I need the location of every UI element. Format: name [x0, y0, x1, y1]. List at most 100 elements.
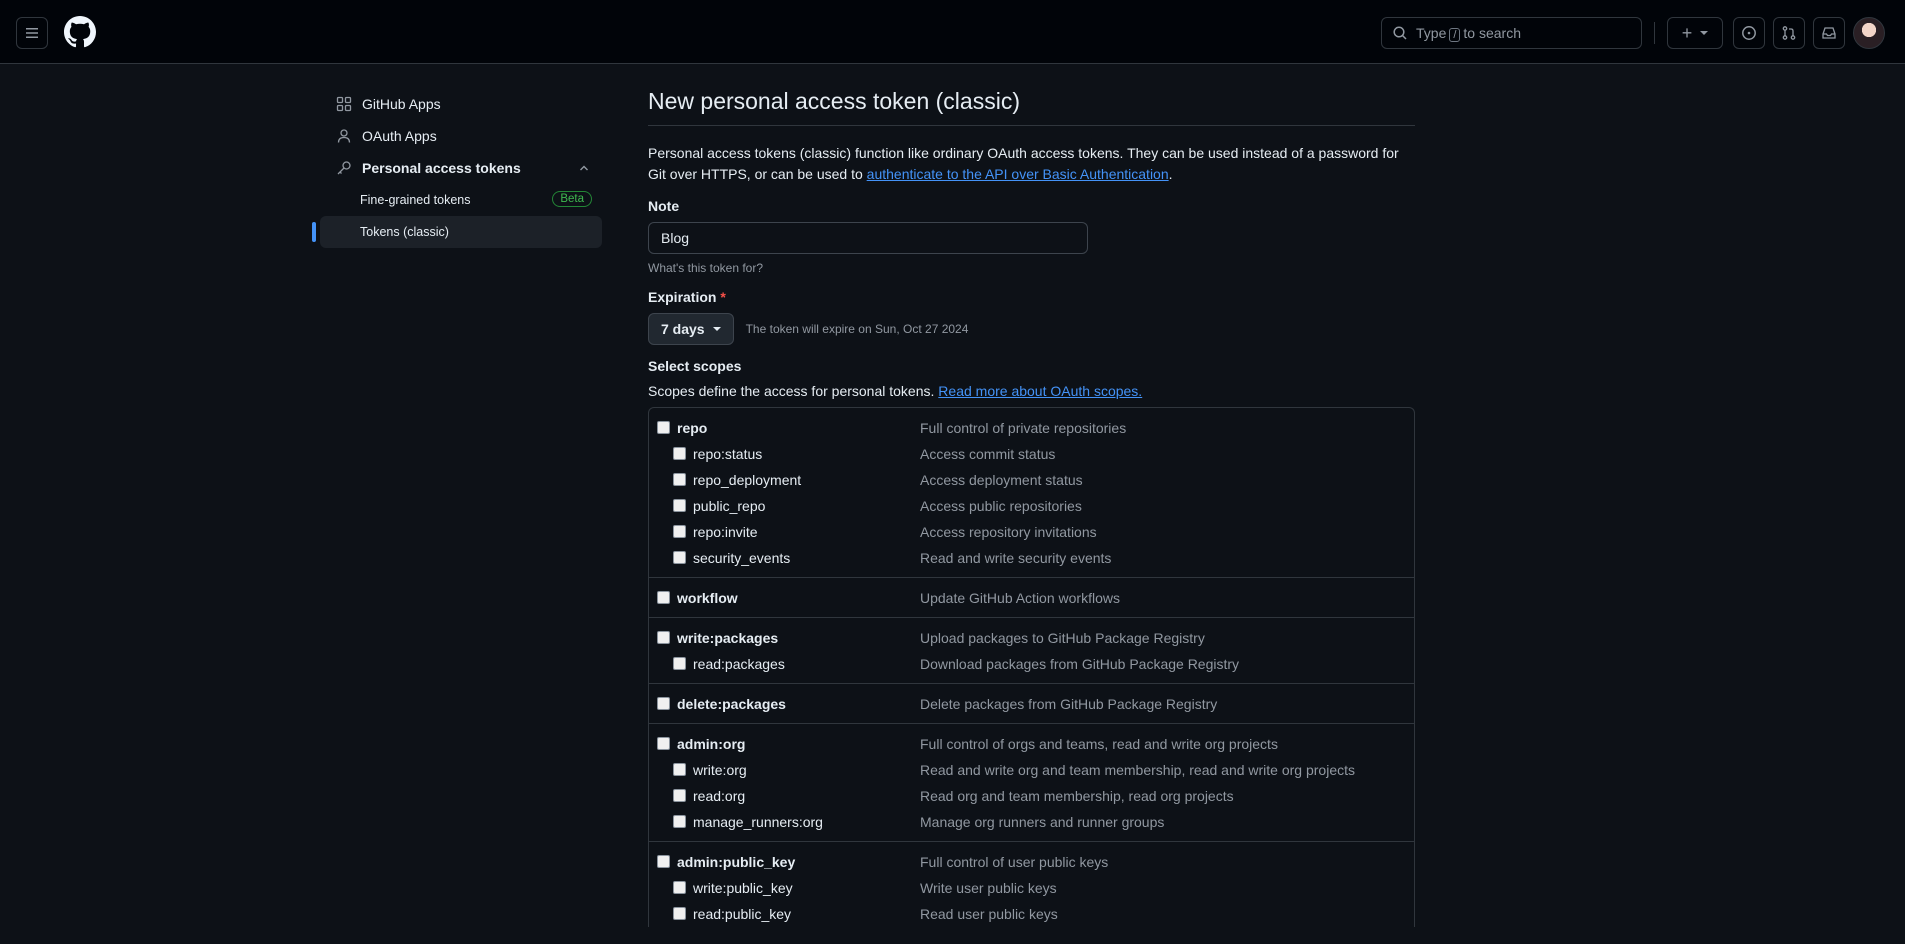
scope-checkbox[interactable] [657, 591, 670, 604]
scope-group: admin:org Full control of orgs and teams,… [649, 724, 1414, 842]
scopes-label: Select scopes [648, 358, 742, 374]
pull-requests-button[interactable] [1773, 17, 1805, 49]
scope-name: public_repo [693, 498, 766, 514]
scope-row: repo_deployment Access deployment status [649, 467, 1414, 493]
scope-description: Delete packages from GitHub Package Regi… [920, 696, 1218, 712]
oauth-scopes-link[interactable]: Read more about OAuth scopes. [938, 383, 1142, 399]
scope-name: repo:status [693, 446, 763, 462]
scope-checkbox[interactable] [673, 551, 686, 564]
create-new-button[interactable]: + [1667, 17, 1723, 49]
scope-row: write:public_key Write user public keys [649, 875, 1414, 901]
scope-name: read:packages [693, 656, 785, 672]
sidebar-subitem-label: Fine-grained tokens [360, 193, 471, 207]
scope-checkbox[interactable] [673, 881, 686, 894]
scope-description: Access commit status [920, 446, 1056, 462]
basic-auth-link[interactable]: authenticate to the API over Basic Authe… [867, 166, 1169, 182]
description-end: . [1168, 166, 1173, 182]
sidebar-item-label: Personal access tokens [362, 160, 521, 176]
scope-description: Access repository invitations [920, 524, 1097, 540]
top-header: Type / to search + [0, 0, 1905, 64]
inbox-icon [1822, 27, 1836, 39]
scope-group: admin:public_key Full control of user pub… [649, 842, 1414, 927]
settings-sidebar: GitHub Apps OAuth Apps Personal access t… [312, 88, 602, 248]
sidebar-subitem-fine-grained-tokens[interactable]: Fine-grained tokens Beta [320, 184, 602, 216]
scope-checkbox[interactable] [673, 657, 686, 670]
sidebar-item-label: GitHub Apps [362, 96, 441, 112]
inbox-button[interactable] [1813, 17, 1845, 49]
scope-row: admin:public_key Full control of user pub… [649, 849, 1414, 875]
scope-checkbox[interactable] [673, 447, 686, 460]
scope-checkbox[interactable] [657, 421, 670, 434]
sidebar-subitem-tokens-classic[interactable]: Tokens (classic) [312, 216, 602, 248]
header-divider [1654, 22, 1655, 44]
scope-description: Read user public keys [920, 906, 1058, 922]
scopes-list: repo Full control of private repositories… [648, 407, 1415, 927]
scope-row: workflow Update GitHub Action workflows [649, 585, 1414, 611]
sidebar-item-label: OAuth Apps [362, 128, 437, 144]
scope-description: Full control of user public keys [920, 854, 1109, 870]
scope-description: Upload packages to GitHub Package Regist… [920, 630, 1205, 646]
search-input[interactable]: Type / to search [1381, 17, 1642, 49]
scope-name: manage_runners:org [693, 814, 823, 830]
sidebar-item-github-apps[interactable]: GitHub Apps [320, 88, 602, 120]
scope-row: delete:packages Delete packages from GitH… [649, 691, 1414, 717]
github-logo-icon[interactable] [64, 16, 96, 48]
scope-checkbox[interactable] [657, 697, 670, 710]
scope-name: write:packages [677, 630, 779, 646]
menu-button[interactable] [16, 17, 48, 49]
sidebar-subitem-label: Tokens (classic) [360, 225, 449, 239]
scope-description: Read org and team membership, read org p… [920, 788, 1234, 804]
scopes-description: Scopes define the access for personal to… [648, 383, 1415, 399]
page-title: New personal access token (classic) [648, 88, 1415, 126]
avatar[interactable] [1853, 17, 1885, 49]
scope-group: repo Full control of private repositories… [649, 408, 1414, 578]
scope-name: write:org [693, 762, 747, 778]
expiration-value: 7 days [661, 321, 705, 337]
scope-checkbox[interactable] [657, 737, 670, 750]
scope-row: read:org Read org and team membership, re… [649, 783, 1414, 809]
scope-name: read:org [693, 788, 746, 804]
scope-description: Update GitHub Action workflows [920, 590, 1120, 606]
scope-description: Download packages from GitHub Package Re… [920, 656, 1240, 672]
scope-checkbox[interactable] [673, 499, 686, 512]
scope-checkbox[interactable] [673, 815, 686, 828]
git-pull-request-icon [1782, 26, 1796, 40]
scope-description: Manage org runners and runner groups [920, 814, 1165, 830]
scope-row: repo:status Access commit status [649, 441, 1414, 467]
search-placeholder: Type / to search [1416, 25, 1521, 42]
hamburger-icon [26, 28, 38, 38]
note-label: Note [648, 198, 680, 214]
scope-checkbox[interactable] [673, 763, 686, 776]
scope-row: admin:org Full control of orgs and teams,… [649, 731, 1414, 757]
scope-checkbox[interactable] [657, 855, 670, 868]
expiration-select[interactable]: 7 days [648, 313, 734, 345]
scope-checkbox[interactable] [673, 473, 686, 486]
page-description: Personal access tokens (classic) functio… [648, 143, 1415, 185]
required-marker: * [720, 289, 726, 305]
chevron-down-icon [1700, 31, 1709, 35]
scope-row: write:org Read and write org and team mem… [649, 757, 1414, 783]
scope-row: write:packages Upload packages to GitHub … [649, 625, 1414, 651]
chevron-up-icon[interactable] [578, 162, 590, 174]
sidebar-item-oauth-apps[interactable]: OAuth Apps [320, 120, 602, 152]
expiration-row: 7 days The token will expire on Sun, Oct… [648, 313, 1415, 345]
search-icon [1393, 26, 1407, 40]
scope-group: delete:packages Delete packages from GitH… [649, 684, 1414, 724]
person-icon [337, 129, 351, 143]
scope-row: security_events Read and write security e… [649, 545, 1414, 571]
scope-checkbox[interactable] [673, 525, 686, 538]
scope-checkbox[interactable] [673, 789, 686, 802]
scope-name: admin:public_key [677, 854, 796, 870]
scope-checkbox[interactable] [673, 907, 686, 920]
expiration-note: The token will expire on Sun, Oct 27 202… [745, 322, 969, 336]
scope-name: write:public_key [693, 880, 793, 896]
sidebar-item-personal-access-tokens[interactable]: Personal access tokens [320, 152, 602, 184]
scope-checkbox[interactable] [657, 631, 670, 644]
note-input[interactable] [648, 222, 1088, 254]
scope-description: Full control of private repositories [920, 420, 1127, 436]
scope-description: Access public repositories [920, 498, 1082, 514]
issues-button[interactable] [1733, 17, 1765, 49]
expiration-label: Expiration * [648, 289, 1415, 305]
main-content: New personal access token (classic) Pers… [648, 88, 1415, 927]
scope-row: read:public_key Read user public keys [649, 901, 1414, 927]
